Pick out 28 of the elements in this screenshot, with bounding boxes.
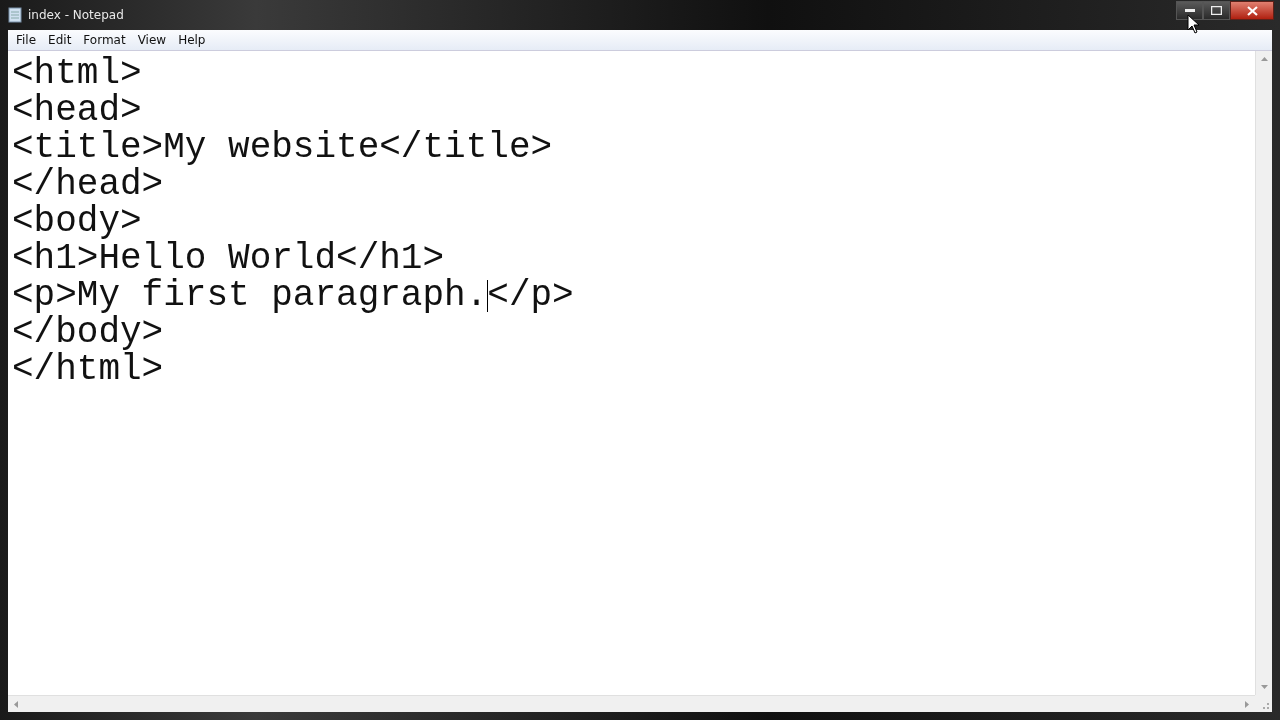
menu-item[interactable]: Edit [42,31,78,49]
minimize-button[interactable] [1176,1,1203,20]
code-line: <body> [12,203,142,240]
vertical-scrollbar[interactable] [1255,51,1272,695]
window-title: index - Notepad [28,8,124,22]
code-line: <h1>Hello World</h1> [12,240,445,277]
scroll-up-icon[interactable] [1260,57,1268,61]
menu-item[interactable]: View [131,31,173,49]
scroll-down-icon[interactable] [1260,685,1268,689]
code-line: </body> [12,314,164,351]
maximize-button[interactable] [1203,1,1230,20]
maximize-icon [1211,6,1222,15]
menu-item[interactable]: Help [172,31,212,49]
mouse-pointer-icon [1187,14,1199,34]
menu-item[interactable]: File [10,31,43,49]
code-line: </html> [12,351,164,388]
code-line: <title>My website</title> [12,129,553,166]
close-icon [1246,5,1258,16]
close-button[interactable] [1230,1,1274,20]
scroll-right-icon[interactable] [1245,700,1249,708]
horizontal-scrollbar[interactable] [8,695,1255,712]
code-line: <head> [12,92,142,129]
code-line: </head> [12,166,164,203]
notepad-icon [8,7,22,23]
code-line: <html> [12,55,142,92]
minimize-icon [1184,8,1195,13]
scroll-left-icon[interactable] [14,700,18,708]
menu-item[interactable]: Format [77,31,132,49]
